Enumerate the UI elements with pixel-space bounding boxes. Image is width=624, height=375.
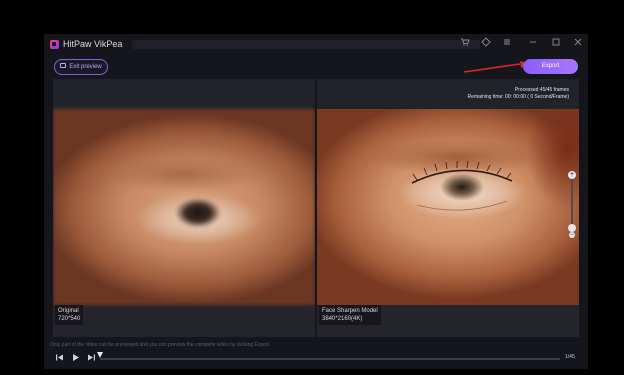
- timeline-playhead[interactable]: [97, 352, 103, 358]
- zoom-in-icon[interactable]: +: [568, 171, 576, 179]
- red-arrow-annotation: [463, 61, 530, 73]
- original-resolution: 720*540: [58, 316, 81, 322]
- preview-notice: Only part of the video can be previewed …: [50, 342, 271, 348]
- exit-icon: [60, 62, 67, 68]
- preview-toolbar: Exit preview Export: [44, 54, 588, 80]
- app-logo-icon: [50, 40, 59, 49]
- enhanced-caption: Face Sharpen Model 3840*2160(4K): [319, 305, 381, 325]
- title-bar-spacer: [132, 40, 480, 49]
- enhanced-preview-panel: Processed 45/45 frames Remaining time: 0…: [317, 79, 579, 337]
- app-window: HitPaw VikPea Exit preview Export Origin…: [44, 34, 588, 369]
- original-video-frame: [53, 109, 315, 305]
- menu-icon[interactable]: [500, 37, 514, 51]
- close-icon[interactable]: [571, 37, 585, 51]
- play-icon: [72, 354, 79, 361]
- previous-frame-icon: [55, 354, 63, 361]
- next-frame-button[interactable]: [86, 353, 96, 363]
- title-bar: HitPaw VikPea: [44, 34, 588, 54]
- minimize-icon[interactable]: [526, 37, 540, 51]
- diamond-icon[interactable]: [479, 37, 493, 51]
- next-frame-icon: [87, 354, 95, 361]
- processed-frames-text: Processed 45/45 frames: [514, 87, 569, 93]
- frame-counter: 1/45: [565, 354, 575, 360]
- export-button[interactable]: Export: [523, 59, 578, 74]
- model-name: Face Sharpen Model: [322, 308, 378, 314]
- previous-frame-button[interactable]: [54, 353, 64, 363]
- exit-preview-label: Exit preview: [69, 64, 102, 70]
- app-title: HitPaw VikPea: [63, 39, 123, 49]
- original-caption: Original 720*540: [55, 305, 84, 325]
- enhanced-video-frame: [317, 109, 579, 305]
- original-preview-panel: Original 720*540: [53, 79, 315, 337]
- play-button[interactable]: [70, 353, 80, 363]
- remaining-time-text: Remaining time: 00: 00:00 ( 0 Second/Fra…: [467, 94, 569, 100]
- enhanced-resolution: 3840*2160(4K): [322, 316, 363, 322]
- zoom-slider-handle[interactable]: [568, 224, 576, 232]
- processing-status: Processed 45/45 frames Remaining time: 0…: [468, 87, 569, 101]
- timeline-track[interactable]: [100, 358, 560, 360]
- original-label: Original: [58, 308, 79, 314]
- cart-icon[interactable]: [458, 37, 472, 51]
- exit-preview-button[interactable]: Exit preview: [54, 59, 108, 75]
- maximize-icon[interactable]: [549, 37, 563, 51]
- zoom-out-icon[interactable]: −: [569, 232, 575, 238]
